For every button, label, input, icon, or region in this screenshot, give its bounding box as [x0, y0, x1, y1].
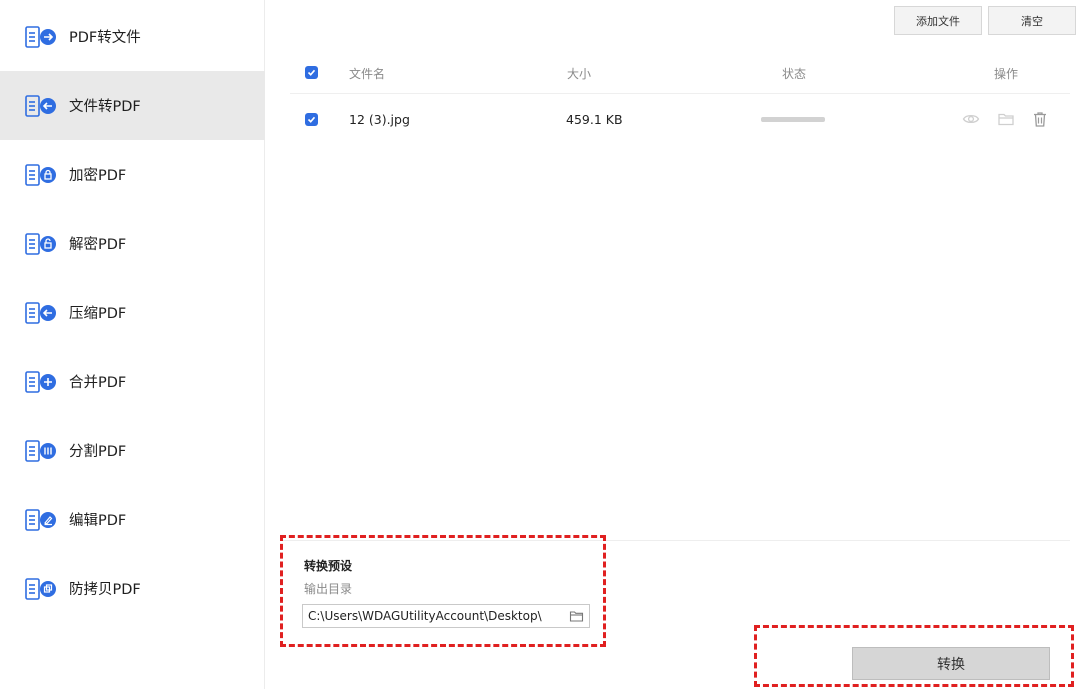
add-files-button[interactable]: 添加文件: [894, 6, 982, 35]
file-table-header: 文件名 大小 状态 操作: [290, 52, 1070, 94]
sidebar-item-label: 防拷贝PDF: [69, 582, 141, 598]
pencil-icon: [25, 508, 56, 531]
arrow-left-icon: [25, 301, 56, 324]
select-all-checkbox[interactable]: [305, 66, 318, 79]
sidebar-item-label: 解密PDF: [69, 237, 127, 253]
sidebar-item-pdf-to-file[interactable]: PDF转文件: [0, 2, 265, 71]
column-header-name: 文件名: [349, 67, 386, 81]
sidebar-item-file-to-pdf[interactable]: 文件转PDF: [0, 71, 265, 140]
sidebar-item-merge-pdf[interactable]: 合并PDF: [0, 347, 265, 416]
preview-eye-icon[interactable]: [962, 110, 980, 128]
column-header-actions: 操作: [994, 67, 1019, 81]
highlight-box-presets: [280, 535, 606, 647]
sidebar-item-decrypt-pdf[interactable]: 解密PDF: [0, 209, 265, 278]
sidebar-item-label: PDF转文件: [69, 30, 141, 46]
file-name: 12 (3).jpg: [349, 112, 410, 127]
arrow-left-icon: [25, 94, 56, 117]
status-progress-bar: [761, 117, 825, 122]
unlock-icon: [25, 232, 56, 255]
sidebar-item-label: 压缩PDF: [69, 306, 127, 322]
copy-icon: [25, 577, 56, 600]
open-folder-icon[interactable]: [997, 110, 1015, 128]
split-icon: [25, 439, 56, 462]
sidebar-item-compress-pdf[interactable]: 压缩PDF: [0, 278, 265, 347]
sidebar-item-copy-protect-pdf[interactable]: 防拷贝PDF: [0, 554, 265, 623]
check-icon: [307, 116, 316, 123]
highlight-box-convert: [754, 625, 1074, 687]
sidebar-item-label: 加密PDF: [69, 168, 127, 184]
sidebar-item-split-pdf[interactable]: 分割PDF: [0, 416, 265, 485]
column-header-size: 大小: [567, 67, 592, 81]
sidebar-item-label: 分割PDF: [69, 444, 127, 460]
check-icon: [307, 69, 316, 76]
delete-trash-icon[interactable]: [1031, 110, 1049, 128]
plus-icon: [25, 370, 56, 393]
column-header-status: 状态: [782, 67, 807, 81]
file-size: 459.1 KB: [566, 112, 623, 127]
sidebar-item-edit-pdf[interactable]: 编辑PDF: [0, 485, 265, 554]
sidebar-item-label: 文件转PDF: [69, 99, 141, 115]
sidebar-item-label: 编辑PDF: [69, 513, 127, 529]
sidebar-item-encrypt-pdf[interactable]: 加密PDF: [0, 140, 265, 209]
arrow-right-icon: [25, 25, 56, 48]
clear-button[interactable]: 清空: [988, 6, 1076, 35]
table-row: 12 (3).jpg 459.1 KB: [290, 96, 1070, 142]
sidebar: PDF转文件 文件转PDF 加密PDF 解密PDF 压缩PDF 合并PDF 分割…: [0, 0, 265, 689]
lock-icon: [25, 163, 56, 186]
row-checkbox[interactable]: [305, 113, 318, 126]
sidebar-item-label: 合并PDF: [69, 375, 127, 391]
